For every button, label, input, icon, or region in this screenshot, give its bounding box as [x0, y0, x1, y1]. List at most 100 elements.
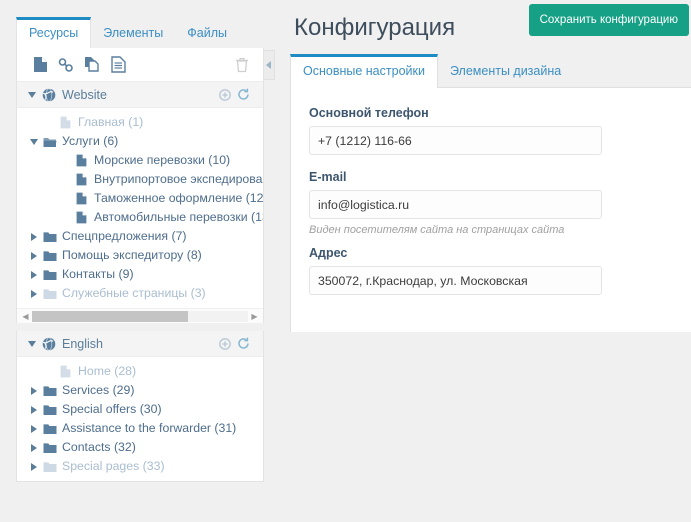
node-caret-icon[interactable] [27, 386, 41, 395]
tree-node-label: Контакты (9) [62, 267, 134, 281]
tree-node-label: Главная (1) [78, 115, 144, 129]
field-input[interactable] [309, 190, 602, 219]
tree-root-1[interactable]: Website [17, 82, 263, 108]
left-tab-1[interactable]: Ресурсы [16, 17, 92, 49]
tree-node[interactable]: Главная (1) [17, 113, 263, 132]
tree-node[interactable]: Таможенное оформление (12) [17, 189, 263, 208]
form-field: Адрес [309, 246, 673, 295]
node-caret-icon[interactable] [27, 138, 41, 145]
link-icon[interactable] [53, 52, 79, 78]
left-tab-2[interactable]: Элементы [91, 18, 175, 48]
resources-panel: Ресурсы Элементы Файлы Website Главная (… [16, 16, 275, 482]
node-caret-icon[interactable] [59, 214, 73, 222]
node-page-icon [73, 154, 90, 167]
node-caret-icon[interactable] [27, 405, 41, 414]
add-icon[interactable] [215, 337, 234, 350]
scroll-left-arrow-icon[interactable]: ◀ [19, 312, 32, 321]
config-header: Конфигурация Сохранить конфигурацию [290, 0, 691, 55]
tree-node[interactable]: Спецпредложения (7) [17, 227, 263, 246]
tree-node[interactable]: Contacts (32) [17, 438, 263, 457]
tree-node[interactable]: Помощь экспедитору (8) [17, 246, 263, 265]
tree-horizontal-scrollbar[interactable]: ◀ ▶ [17, 308, 263, 323]
tree-node-label: Морские перевозки (10) [94, 153, 231, 167]
root-caret-icon[interactable] [25, 340, 39, 347]
tree-node[interactable]: Услуги (6) [17, 132, 263, 151]
tree-root-label: Website [62, 87, 107, 102]
node-caret-icon[interactable] [43, 119, 57, 127]
tree-node-label: Home (28) [78, 364, 137, 378]
tree-node[interactable]: Special offers (30) [17, 400, 263, 419]
node-caret-icon[interactable] [59, 176, 73, 184]
node-folder-icon [41, 423, 58, 435]
tree-nodes-2: Home (28) Services (29) Special offers (30… [17, 357, 263, 481]
node-caret-icon[interactable] [27, 424, 41, 433]
tree-node-label: Помощь экспедитору (8) [62, 248, 202, 262]
node-folder-icon [41, 231, 58, 243]
left-tabstrip: Ресурсы Элементы Файлы [16, 16, 264, 49]
node-caret-icon[interactable] [43, 368, 57, 376]
field-label: Основной телефон [309, 106, 429, 120]
tree-toolbar [17, 48, 275, 82]
globe-icon [39, 87, 59, 102]
tree-node-label: Assistance to the forwarder (31) [62, 421, 237, 435]
node-caret-icon[interactable] [59, 157, 73, 165]
tree-node-label: Таможенное оформление (12) [94, 191, 263, 205]
collapse-panel-arrow[interactable] [264, 50, 275, 80]
node-page-icon [73, 211, 90, 224]
node-folder-icon [41, 250, 58, 262]
resource-tree-card: Website Главная (1) Услуги (6) Морские пере… [16, 48, 275, 482]
template-icon[interactable] [105, 52, 131, 78]
field-input[interactable] [309, 266, 602, 295]
scrollbar-thumb[interactable] [32, 310, 188, 322]
tree-node[interactable]: Home (28) [17, 362, 263, 381]
left-tab-3[interactable]: Файлы [175, 18, 239, 48]
tree-node[interactable]: Special pages (33) [17, 457, 263, 476]
node-caret-icon[interactable] [27, 462, 41, 471]
tree-node[interactable]: Служебные страницы (3) [17, 284, 263, 303]
node-caret-icon[interactable] [27, 232, 41, 241]
node-page-icon [57, 116, 74, 129]
tree-root-2[interactable]: English [17, 331, 263, 357]
node-folder-icon [41, 461, 58, 473]
add-icon[interactable] [215, 88, 234, 101]
tree-root-label: English [62, 336, 103, 351]
scroll-right-arrow-icon[interactable]: ▶ [248, 312, 261, 321]
node-folder-icon [41, 442, 58, 454]
config-tab-2[interactable]: Элементы дизайна [438, 55, 573, 87]
tree-node[interactable]: Контакты (9) [17, 265, 263, 284]
tree-node-label: Services (29) [62, 383, 135, 397]
node-caret-icon[interactable] [27, 270, 41, 279]
tree-node-label: Special offers (30) [62, 402, 162, 416]
save-configuration-button[interactable]: Сохранить конфигурацию [528, 4, 689, 36]
page-title: Конфигурация [294, 13, 456, 41]
globe-icon [39, 336, 59, 351]
trash-icon[interactable] [229, 52, 255, 78]
scrollbar-track[interactable] [32, 310, 248, 322]
tree-separator [16, 323, 264, 331]
field-label: E-mail [309, 170, 347, 184]
node-caret-icon[interactable] [59, 195, 73, 203]
tree-node[interactable]: Морские перевозки (10) [17, 151, 263, 170]
field-input[interactable] [309, 126, 602, 155]
node-caret-icon[interactable] [27, 443, 41, 452]
configuration-panel: Конфигурация Сохранить конфигурацию Осно… [290, 0, 691, 332]
tree-node[interactable]: Services (29) [17, 381, 263, 400]
field-label: Адрес [309, 246, 348, 260]
node-caret-icon[interactable] [27, 251, 41, 260]
config-form: Основной телефон E-mail Виден посетителям … [290, 88, 691, 332]
root-caret-icon[interactable] [25, 91, 39, 98]
tree-node[interactable]: Assistance to the forwarder (31) [17, 419, 263, 438]
tree-node-label: Служебные страницы (3) [62, 286, 206, 300]
node-folder-icon [41, 385, 58, 397]
config-tab-1[interactable]: Основные настройки [290, 54, 438, 88]
node-caret-icon[interactable] [27, 289, 41, 298]
refresh-icon[interactable] [234, 337, 253, 350]
duplicate-icon[interactable] [79, 52, 105, 78]
tree-nodes-1: Главная (1) Услуги (6) Морские перевозки (… [17, 108, 263, 308]
tree-node[interactable]: Внутрипортовое экспедирование (11) [17, 170, 263, 189]
tree-node[interactable]: Автомобильные перевозки (13) [17, 208, 263, 227]
node-folder-open-icon [41, 136, 58, 148]
new-page-icon[interactable] [27, 52, 53, 78]
refresh-icon[interactable] [234, 88, 253, 101]
node-page-icon [73, 192, 90, 205]
